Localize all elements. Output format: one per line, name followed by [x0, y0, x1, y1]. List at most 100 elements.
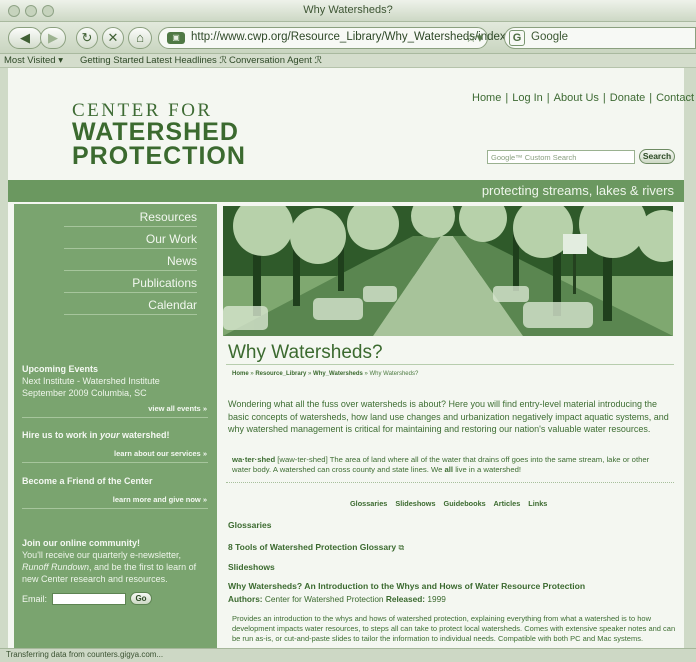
- sidebar-item-calendar[interactable]: Calendar: [148, 298, 197, 312]
- site-search-input[interactable]: Google™ Custom Search: [487, 150, 635, 164]
- sidebar-divider: [64, 226, 197, 227]
- definition-emphasis: all: [444, 465, 454, 474]
- email-field[interactable]: [52, 593, 126, 605]
- donate-link[interactable]: Donate: [610, 92, 645, 104]
- top-links: Home | Log In | About Us | Donate | Contact: [472, 92, 695, 104]
- bookmark-getting-started[interactable]: Getting Started: [80, 55, 144, 66]
- breadcrumb-why-watersheds[interactable]: Why_Watersheds: [313, 371, 363, 377]
- tab-guidebooks[interactable]: Guidebooks: [444, 499, 486, 508]
- tab-articles[interactable]: Articles: [493, 499, 520, 508]
- bookmark-latest-headlines[interactable]: Latest Headlines ℛ: [146, 55, 227, 66]
- tagline-bar: protecting streams, lakes & rivers: [8, 180, 684, 202]
- window-title: Why Watersheds?: [303, 4, 393, 16]
- forward-button[interactable]: ▶: [40, 27, 66, 49]
- web-page: CENTER FOR WATERSHED PROTECTION Home | Log…: [0, 68, 696, 648]
- community-heading: Join our online community!: [22, 538, 141, 548]
- resource-description: Provides an introduction to the whys and…: [232, 614, 676, 644]
- definition-text-b: live in a watershed!: [453, 465, 522, 474]
- sidebar-item-publications[interactable]: Publications: [132, 276, 197, 290]
- back-button[interactable]: ◀: [8, 27, 42, 49]
- glossary-link[interactable]: 8 Tools of Watershed Protection Glossary…: [228, 542, 404, 553]
- events-heading: Upcoming Events: [22, 364, 99, 374]
- title-rule: [226, 364, 674, 365]
- resource-tabs: Glossaries Slideshows Guidebooks Article…: [350, 499, 553, 508]
- community-line-2-rest: , and be the first to learn of: [89, 562, 197, 572]
- sidebar: Resources Our Work News Publications Cal…: [14, 204, 217, 648]
- hire-heading-em: your: [100, 430, 120, 440]
- bookmarks-bar: Most Visited ▾ Getting Started Latest He…: [0, 54, 696, 68]
- go-button[interactable]: Go: [130, 592, 152, 605]
- released-value: 1999: [425, 594, 446, 604]
- friend-heading: Become a Friend of the Center: [22, 476, 153, 486]
- resource-title-link[interactable]: Why Watersheds? An Introduction to the W…: [228, 581, 585, 591]
- home-link[interactable]: Home: [472, 92, 501, 104]
- browser-toolbar: ◀ ▶ ↻ ✕ ⌂ ▣ http://www.cwp.org/Resource_…: [0, 22, 696, 54]
- intro-paragraph: Wondering what all the fuss over watersh…: [228, 399, 669, 435]
- released-label: Released:: [385, 594, 426, 604]
- reload-icon: ↻: [81, 30, 93, 45]
- tab-links[interactable]: Links: [528, 499, 547, 508]
- logo-line-protection[interactable]: PROTECTION: [72, 144, 246, 169]
- url-bar[interactable]: ▣ http://www.cwp.org/Resource_Library/Wh…: [158, 27, 528, 49]
- authors-label: Authors:: [228, 594, 263, 604]
- forward-icon: ▶: [48, 30, 58, 45]
- glossaries-heading: Glossaries: [228, 520, 272, 530]
- events-line-2: September 2009 Columbia, SC: [22, 388, 147, 398]
- back-icon: ◀: [20, 30, 30, 45]
- sidebar-item-news[interactable]: News: [167, 254, 197, 268]
- give-now-link[interactable]: learn more and give now »: [113, 495, 207, 504]
- page-frame-right: [684, 68, 696, 648]
- tree-lined-street-image: [223, 206, 673, 336]
- stop-icon: ✕: [107, 30, 119, 45]
- window-titlebar: Why Watersheds?: [0, 0, 696, 22]
- community-line-1: You'll receive our quarterly e-newslette…: [22, 550, 181, 560]
- hero-image: [223, 206, 673, 336]
- sidebar-divider: [64, 314, 197, 315]
- view-all-events-link[interactable]: view all events »: [148, 404, 207, 413]
- breadcrumb-resource-library[interactable]: Resource_Library: [255, 371, 306, 377]
- community-line-2: Runoff Rundown, and be the first to lear…: [22, 562, 196, 572]
- hire-heading: Hire us to work in your watershed!: [22, 430, 170, 440]
- bookmark-star-icon[interactable]: ☆▾: [465, 30, 483, 46]
- tab-slideshows[interactable]: Slideshows: [395, 499, 435, 508]
- hire-heading-post: watershed!: [119, 430, 170, 440]
- site-favicon-icon: ▣: [167, 32, 185, 44]
- sidebar-item-resources[interactable]: Resources: [140, 210, 197, 224]
- sidebar-rule: [22, 462, 208, 463]
- bookmark-most-visited[interactable]: Most Visited ▾: [4, 55, 63, 66]
- contact-link[interactable]: Contact: [656, 92, 694, 104]
- page-title: Why Watersheds?: [228, 342, 383, 363]
- community-line-3: new Center research and resources.: [22, 574, 168, 584]
- definition-word: wa·ter·shed: [232, 455, 276, 464]
- status-bar: Transferring data from counters.gigya.co…: [0, 648, 696, 662]
- external-link-icon: ⧉: [398, 543, 405, 552]
- search-engine-label: Google: [531, 31, 569, 43]
- bookmark-conversation-agent[interactable]: Conversation Agent ℛ: [229, 55, 322, 66]
- sidebar-divider: [64, 270, 197, 271]
- watershed-definition: wa·ter·shed [waw-ter-shed] The area of l…: [232, 455, 670, 475]
- newsletter-name: Runoff Rundown: [22, 562, 90, 572]
- reload-button[interactable]: ↻: [76, 27, 98, 49]
- sidebar-rule: [22, 508, 208, 509]
- resource-meta: Authors: Center for Watershed Protection…: [228, 594, 446, 604]
- learn-services-link[interactable]: learn about our services »: [114, 449, 207, 458]
- tab-glossaries[interactable]: Glossaries: [350, 499, 387, 508]
- breadcrumb-home[interactable]: Home: [232, 371, 249, 377]
- section-divider: [226, 482, 674, 483]
- breadcrumb: Home » Resource_Library » Why_Watersheds…: [232, 371, 418, 377]
- home-button[interactable]: ⌂: [128, 27, 152, 49]
- site-search-button[interactable]: Search: [639, 149, 675, 164]
- hire-heading-pre: Hire us to work in: [22, 430, 101, 440]
- page-frame-left: [0, 68, 8, 648]
- sidebar-item-our-work[interactable]: Our Work: [146, 232, 197, 246]
- stop-button[interactable]: ✕: [102, 27, 124, 49]
- home-icon: ⌂: [136, 30, 144, 45]
- tagline: protecting streams, lakes & rivers: [481, 183, 674, 198]
- glossary-link-text[interactable]: 8 Tools of Watershed Protection Glossary: [228, 542, 396, 552]
- breadcrumb-current: Why Watersheds?: [369, 371, 419, 377]
- login-link[interactable]: Log In: [512, 92, 543, 104]
- search-engine-icon[interactable]: G: [509, 30, 525, 46]
- about-link[interactable]: About Us: [554, 92, 599, 104]
- browser-search-field[interactable]: G Google: [504, 27, 696, 49]
- authors-value: Center for Watershed Protection: [262, 594, 386, 604]
